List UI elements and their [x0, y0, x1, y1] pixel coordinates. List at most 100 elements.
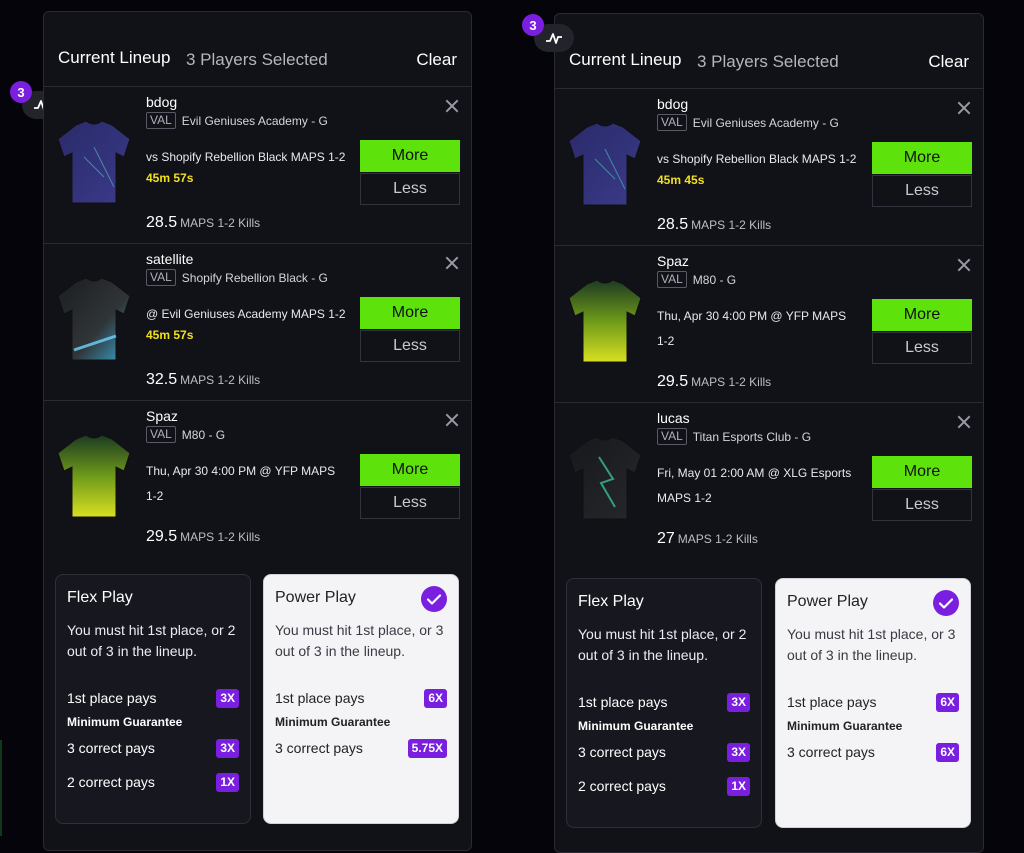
- multiplier-badge: 6X: [936, 742, 959, 762]
- multiplier-badge: 6X: [936, 692, 959, 712]
- play-name: Flex Play: [67, 589, 133, 606]
- game-tag: VAL: [146, 112, 176, 129]
- less-button[interactable]: Less: [360, 487, 460, 519]
- pick-card: satellite VAL Shopify Rebellion Black - …: [44, 243, 471, 401]
- power-play-card[interactable]: Power Play You must hit 1st place, or 3 …: [775, 578, 971, 828]
- countdown-timer: 45m 57s: [146, 171, 194, 185]
- matchup: Thu, Apr 30 4:00 PM @ YFP MAPS 1-2: [146, 459, 362, 509]
- flex-play-card[interactable]: Flex Play You must hit 1st place, or 2 o…: [566, 578, 762, 828]
- less-button[interactable]: Less: [872, 175, 972, 207]
- countdown-timer: 45m 45s: [657, 173, 705, 187]
- less-button[interactable]: Less: [360, 173, 460, 205]
- payout-row: 3 correct pays 6X: [787, 742, 959, 762]
- payout-label: 2 correct pays: [67, 774, 155, 790]
- player-name: satellite: [146, 251, 194, 267]
- more-button[interactable]: More: [360, 454, 460, 486]
- team-name: Evil Geniuses Academy - G: [181, 113, 328, 128]
- multiplier-badge: 3X: [216, 688, 239, 708]
- jersey-icon: [568, 279, 642, 363]
- more-button[interactable]: More: [360, 297, 460, 329]
- lineup-title: Current Lineup: [569, 50, 682, 69]
- pick-card: Spaz VAL M80 - G Thu, Apr 30 4:00 PM @ Y…: [555, 245, 983, 403]
- payout-row: 1st place pays 6X: [787, 692, 959, 712]
- close-icon[interactable]: [445, 99, 459, 113]
- close-icon[interactable]: [957, 101, 971, 115]
- stat-label: MAPS 1-2 Kills: [677, 532, 758, 546]
- team-name: Titan Esports Club - G: [692, 429, 812, 444]
- multiplier-badge: 3X: [216, 738, 239, 758]
- less-button[interactable]: Less: [872, 489, 972, 521]
- player-name: bdog: [146, 94, 178, 110]
- multiplier-badge: 5.75X: [407, 738, 447, 758]
- payout-label: 3 correct pays: [275, 740, 363, 756]
- team-line: VAL Evil Geniuses Academy - G: [657, 114, 839, 131]
- stat-line: 29.5 MAPS 1-2 Kills: [146, 528, 260, 546]
- lineup-count-badge: 3: [10, 81, 32, 103]
- stat-label: MAPS 1-2 Kills: [180, 373, 261, 387]
- stat-line-value: 29.5: [657, 373, 689, 390]
- more-button[interactable]: More: [872, 142, 972, 174]
- payout-label: 3 correct pays: [578, 744, 666, 760]
- payout-row: 2 correct pays 1X: [578, 776, 750, 796]
- game-tag: VAL: [657, 428, 687, 445]
- matchup-line-2: 1-2: [657, 334, 675, 348]
- player-name: Spaz: [657, 253, 689, 269]
- team-name: M80 - G: [692, 272, 737, 287]
- flex-play-card[interactable]: Flex Play You must hit 1st place, or 2 o…: [55, 574, 251, 824]
- close-icon[interactable]: [957, 415, 971, 429]
- lineup-count-badge: 3: [522, 14, 544, 36]
- play-name: Flex Play: [578, 593, 644, 610]
- stat-label: MAPS 1-2 Kills: [691, 375, 772, 389]
- game-tag: VAL: [146, 269, 176, 286]
- payout-label: 3 correct pays: [787, 744, 875, 760]
- close-icon[interactable]: [957, 258, 971, 272]
- payout-row: 3 correct pays 5.75X: [275, 738, 447, 758]
- payout-row: 3 correct pays 3X: [578, 742, 750, 762]
- game-tag: VAL: [146, 426, 176, 443]
- player-name: lucas: [657, 410, 690, 426]
- clear-button[interactable]: Clear: [928, 52, 969, 72]
- close-icon[interactable]: [445, 413, 459, 427]
- less-button[interactable]: Less: [872, 332, 972, 364]
- jersey-icon: [57, 120, 131, 204]
- current-lineup-panel: Current Lineup 3 Players Selected Clear …: [554, 13, 984, 853]
- stat-label: MAPS 1-2 Kills: [691, 218, 772, 232]
- edge-accent: [0, 740, 2, 836]
- multiplier-badge: 3X: [727, 742, 750, 762]
- matchup: Fri, May 01 2:00 AM @ XLG Esports MAPS 1…: [657, 461, 873, 511]
- team-line: VAL Evil Geniuses Academy - G: [146, 112, 328, 129]
- team-line: VAL Titan Esports Club - G: [657, 428, 811, 445]
- stat-line: 28.5 MAPS 1-2 Kills: [657, 216, 771, 234]
- less-button[interactable]: Less: [360, 330, 460, 362]
- matchup: @ Evil Geniuses Academy MAPS 1-2: [146, 307, 346, 321]
- payout-row: 1st place pays 3X: [578, 692, 750, 712]
- payout-row: 3 correct pays 3X: [67, 738, 239, 758]
- payout-label: 1st place pays: [275, 690, 365, 706]
- minimum-guarantee-label: Minimum Guarantee: [275, 715, 391, 729]
- jersey-icon: [57, 277, 131, 361]
- stat-line: 29.5 MAPS 1-2 Kills: [657, 373, 771, 391]
- stat-line-value: 29.5: [146, 528, 178, 545]
- more-button[interactable]: More: [360, 140, 460, 172]
- payout-label: 1st place pays: [787, 694, 877, 710]
- lineup-header: Current Lineup 3 Players Selected Clear: [555, 14, 983, 84]
- stat-label: MAPS 1-2 Kills: [180, 530, 261, 544]
- jersey-icon: [568, 122, 642, 206]
- matchup: Thu, Apr 30 4:00 PM @ YFP MAPS 1-2: [657, 304, 873, 354]
- team-line: VAL M80 - G: [146, 426, 225, 443]
- stat-line-value: 27: [657, 530, 675, 547]
- clear-button[interactable]: Clear: [416, 50, 457, 70]
- matchup-line-1: Thu, Apr 30 4:00 PM @ YFP MAPS: [657, 309, 847, 323]
- pick-card: bdog VAL Evil Geniuses Academy - G vs Sh…: [44, 86, 471, 244]
- more-button[interactable]: More: [872, 456, 972, 488]
- close-icon[interactable]: [445, 256, 459, 270]
- multiplier-badge: 1X: [727, 776, 750, 796]
- payout-label: 3 correct pays: [67, 740, 155, 756]
- power-play-card[interactable]: Power Play You must hit 1st place, or 3 …: [263, 574, 459, 824]
- matchup: vs Shopify Rebellion Black MAPS 1-2: [657, 152, 857, 166]
- more-button[interactable]: More: [872, 299, 972, 331]
- player-name: bdog: [657, 96, 689, 112]
- stat-line-value: 28.5: [146, 214, 178, 231]
- activity-icon: [546, 33, 562, 44]
- play-description: You must hit 1st place, or 2 out of 3 in…: [578, 626, 747, 663]
